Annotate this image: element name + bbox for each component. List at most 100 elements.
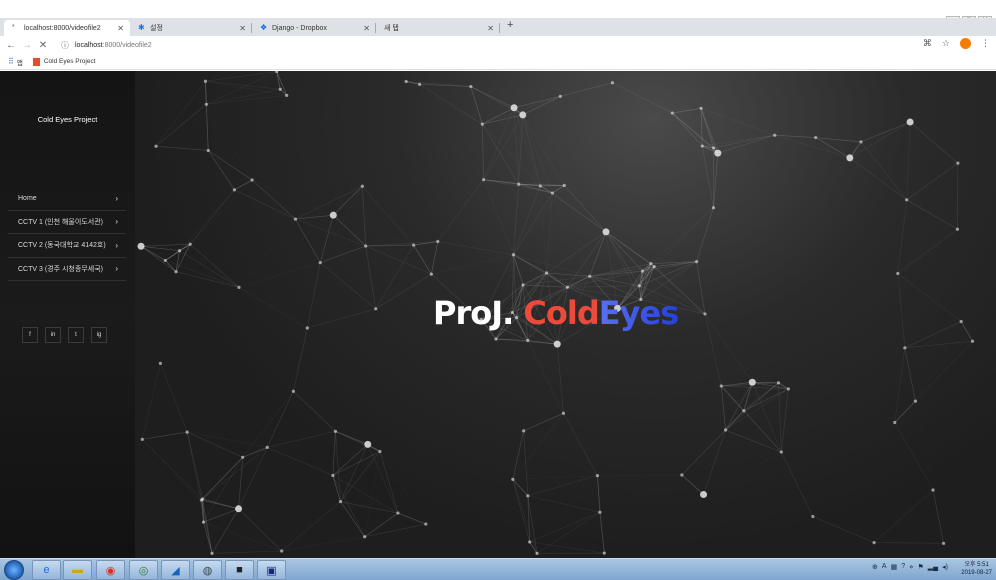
network-node	[174, 270, 178, 274]
network-line	[206, 95, 287, 105]
translate-icon[interactable]: ⌘	[923, 38, 932, 49]
tray-icon[interactable]: ⋄	[909, 563, 913, 571]
network-line	[751, 382, 782, 453]
linkedin-icon[interactable]: in	[45, 327, 61, 343]
network-line	[413, 244, 432, 275]
network-line	[713, 153, 719, 208]
profile-avatar[interactable]	[960, 38, 971, 49]
terminal-icon[interactable]: ■	[225, 560, 254, 580]
network-node	[602, 551, 606, 555]
network-node	[776, 381, 781, 385]
forward-icon[interactable]: →	[19, 40, 35, 51]
ie-icon[interactable]: e	[32, 560, 61, 580]
close-icon[interactable]: ✕	[117, 24, 124, 33]
network-node	[610, 81, 615, 85]
url-field[interactable]: ⓘ localhost:8000/videofile2	[61, 40, 152, 51]
network-icon[interactable]: ▂▄	[928, 563, 938, 571]
stop-icon[interactable]: ✕	[35, 40, 51, 51]
address-bar: ← → ✕ ⓘ localhost:8000/videofile2 ⌘ ☆ ⋮	[0, 36, 996, 54]
tray-icon[interactable]: A	[882, 563, 887, 571]
headline-cold: Cold	[523, 294, 599, 332]
tab-videofile[interactable]: * localhost:8000/videofile2 ✕	[4, 20, 130, 36]
tab-bar: * localhost:8000/videofile2 ✕ ✱ 설정 ✕ ❖ D…	[0, 18, 996, 36]
network-line	[906, 122, 911, 200]
network-line	[552, 185, 565, 194]
bookmark-label: Cold Eyes Project	[43, 58, 96, 65]
new-tab-button[interactable]: +	[507, 19, 513, 31]
bookmark-item[interactable]: Cold Eyes Project	[32, 57, 96, 66]
tab-label: 새 탭	[384, 25, 399, 32]
network-node	[360, 184, 364, 188]
network-node	[511, 477, 515, 481]
network-line	[605, 231, 652, 264]
network-line	[252, 95, 287, 180]
tray-icon[interactable]: ⚑	[918, 563, 924, 571]
network-line	[704, 452, 782, 494]
tray-icon[interactable]: ?	[901, 563, 905, 571]
network-node	[955, 227, 960, 231]
network-node	[714, 149, 722, 157]
tab-settings[interactable]: ✱ 설정 ✕	[130, 20, 252, 36]
network-line	[780, 451, 814, 517]
chevron-right-icon: ›	[115, 193, 118, 203]
network-line	[251, 179, 296, 220]
network-node	[278, 87, 282, 91]
network-node	[903, 346, 907, 350]
app-icon[interactable]: ◎	[129, 560, 158, 580]
sidebar-item-cctv3[interactable]: CCTV 3 (경주 시청종무세국) ›	[8, 258, 126, 281]
network-line	[319, 215, 334, 263]
network-node	[494, 337, 498, 341]
network-node	[412, 243, 416, 247]
network-line	[238, 508, 282, 552]
network-line	[894, 400, 916, 423]
network-node	[670, 111, 674, 115]
tray-icon[interactable]: ▦	[891, 563, 898, 571]
folder-icon[interactable]: ▬	[63, 560, 92, 580]
network-line	[333, 186, 363, 216]
twitter-icon[interactable]: t	[68, 327, 84, 343]
start-button[interactable]	[4, 560, 24, 580]
network-line	[292, 327, 308, 392]
network-node	[562, 183, 566, 188]
app-icon[interactable]: ◍	[193, 560, 222, 580]
network-line	[207, 150, 235, 191]
apps-grid-icon[interactable]: ⠿	[8, 57, 14, 66]
network-line	[513, 192, 553, 255]
more-icon[interactable]: ⋮	[981, 38, 990, 49]
network-line	[915, 401, 933, 490]
brand-title[interactable]: Cold Eyes Project	[0, 115, 135, 124]
sidebar-item-home[interactable]: Home ›	[8, 187, 126, 211]
back-icon[interactable]: ←	[3, 40, 19, 51]
network-line	[849, 121, 911, 159]
facebook-icon[interactable]: f	[22, 327, 38, 343]
network-node	[773, 133, 777, 137]
save-icon[interactable]: ▣	[257, 560, 286, 580]
app-icon[interactable]: ◢	[161, 560, 190, 580]
sidebar-item-cctv1[interactable]: CCTV 1 (인천 해울이도서관) ›	[8, 211, 126, 234]
tab-new[interactable]: 새 탭 ✕	[376, 20, 500, 36]
tray-icon[interactable]: ⊕	[872, 563, 878, 571]
star-icon[interactable]: ☆	[942, 38, 950, 49]
apps-label[interactable]: 앱	[17, 57, 23, 67]
network-line	[155, 104, 207, 147]
tab-dropbox[interactable]: ❖ Django - Dropbox ✕	[252, 20, 376, 36]
network-node	[510, 104, 518, 112]
instagram-icon[interactable]: ig	[91, 327, 107, 343]
clock[interactable]: 오후 5:51 2019-08-27	[961, 561, 992, 577]
sidebar-item-cctv2[interactable]: CCTV 2 (동국대학교 4142호) ›	[8, 234, 126, 258]
network-line	[141, 363, 161, 440]
network-node	[538, 184, 542, 188]
network-line	[681, 474, 704, 495]
network-node	[680, 473, 684, 477]
close-icon[interactable]: ✕	[363, 24, 370, 33]
close-icon[interactable]: ✕	[239, 24, 246, 33]
network-line	[932, 489, 944, 544]
network-node	[913, 399, 918, 403]
network-node	[517, 182, 521, 186]
chrome-icon[interactable]: ◉	[96, 560, 125, 580]
volume-icon[interactable]: ◂)	[942, 563, 948, 571]
close-icon[interactable]: ✕	[487, 24, 494, 33]
network-line	[589, 231, 607, 277]
network-node	[137, 242, 145, 250]
network-node	[154, 144, 158, 148]
